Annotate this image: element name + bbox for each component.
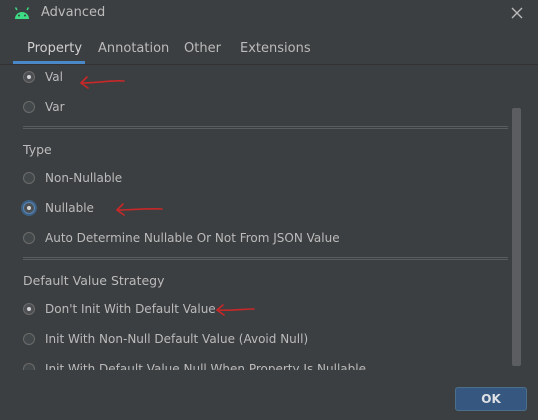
var-label: Var (45, 100, 65, 114)
separator (23, 126, 508, 129)
android-icon (14, 7, 30, 19)
annotation-arrow-icon (216, 304, 255, 316)
nullable-label: Nullable (45, 201, 94, 215)
var-option[interactable]: Var (23, 98, 65, 116)
tab-annotation[interactable]: Annotation (98, 36, 169, 62)
auto-determine-label: Auto Determine Nullable Or Not From JSON… (45, 231, 340, 245)
val-label: Val (45, 70, 63, 84)
tab-other[interactable]: Other (184, 36, 221, 62)
init-null-radio[interactable] (23, 363, 35, 370)
annotation-arrow-icon (116, 203, 163, 216)
init-non-null-radio[interactable] (23, 333, 35, 345)
val-option[interactable]: Val (23, 68, 63, 86)
non-nullable-option[interactable]: Non-Nullable (23, 169, 122, 187)
nullable-radio[interactable] (23, 202, 35, 214)
property-panel: Val Var Type Non-Nullable Nullable Auto … (0, 65, 512, 370)
close-button[interactable] (505, 2, 529, 24)
dont-init-radio[interactable] (23, 303, 35, 315)
init-non-null-option[interactable]: Init With Non-Null Default Value (Avoid … (23, 330, 308, 348)
var-radio[interactable] (23, 101, 35, 113)
ok-button[interactable]: OK (455, 387, 527, 411)
type-section-title: Type (23, 142, 52, 157)
nullable-option[interactable]: Nullable (23, 199, 94, 217)
tab-extensions[interactable]: Extensions (240, 36, 311, 62)
non-nullable-radio[interactable] (23, 172, 35, 184)
dont-init-option[interactable]: Don't Init With Default Value (23, 300, 216, 318)
annotation-arrow-icon (80, 76, 125, 89)
init-null-label: Init With Default Value Null When Proper… (45, 362, 366, 370)
window-title: Advanced (41, 5, 106, 20)
close-icon (511, 7, 523, 19)
separator (23, 257, 508, 260)
init-non-null-label: Init With Non-Null Default Value (Avoid … (45, 332, 309, 346)
title-bar: Advanced (0, 0, 538, 26)
init-null-option[interactable]: Init With Default Value Null When Proper… (23, 360, 366, 370)
active-tab-indicator (13, 61, 85, 64)
val-radio[interactable] (23, 71, 35, 83)
auto-determine-radio[interactable] (23, 232, 35, 244)
tab-property[interactable]: Property (27, 36, 82, 62)
auto-determine-option[interactable]: Auto Determine Nullable Or Not From JSON… (23, 229, 340, 247)
dont-init-label: Don't Init With Default Value (45, 302, 216, 316)
scrollbar-thumb[interactable] (512, 108, 521, 366)
default-value-section-title: Default Value Strategy (23, 273, 165, 288)
non-nullable-label: Non-Nullable (45, 171, 123, 185)
